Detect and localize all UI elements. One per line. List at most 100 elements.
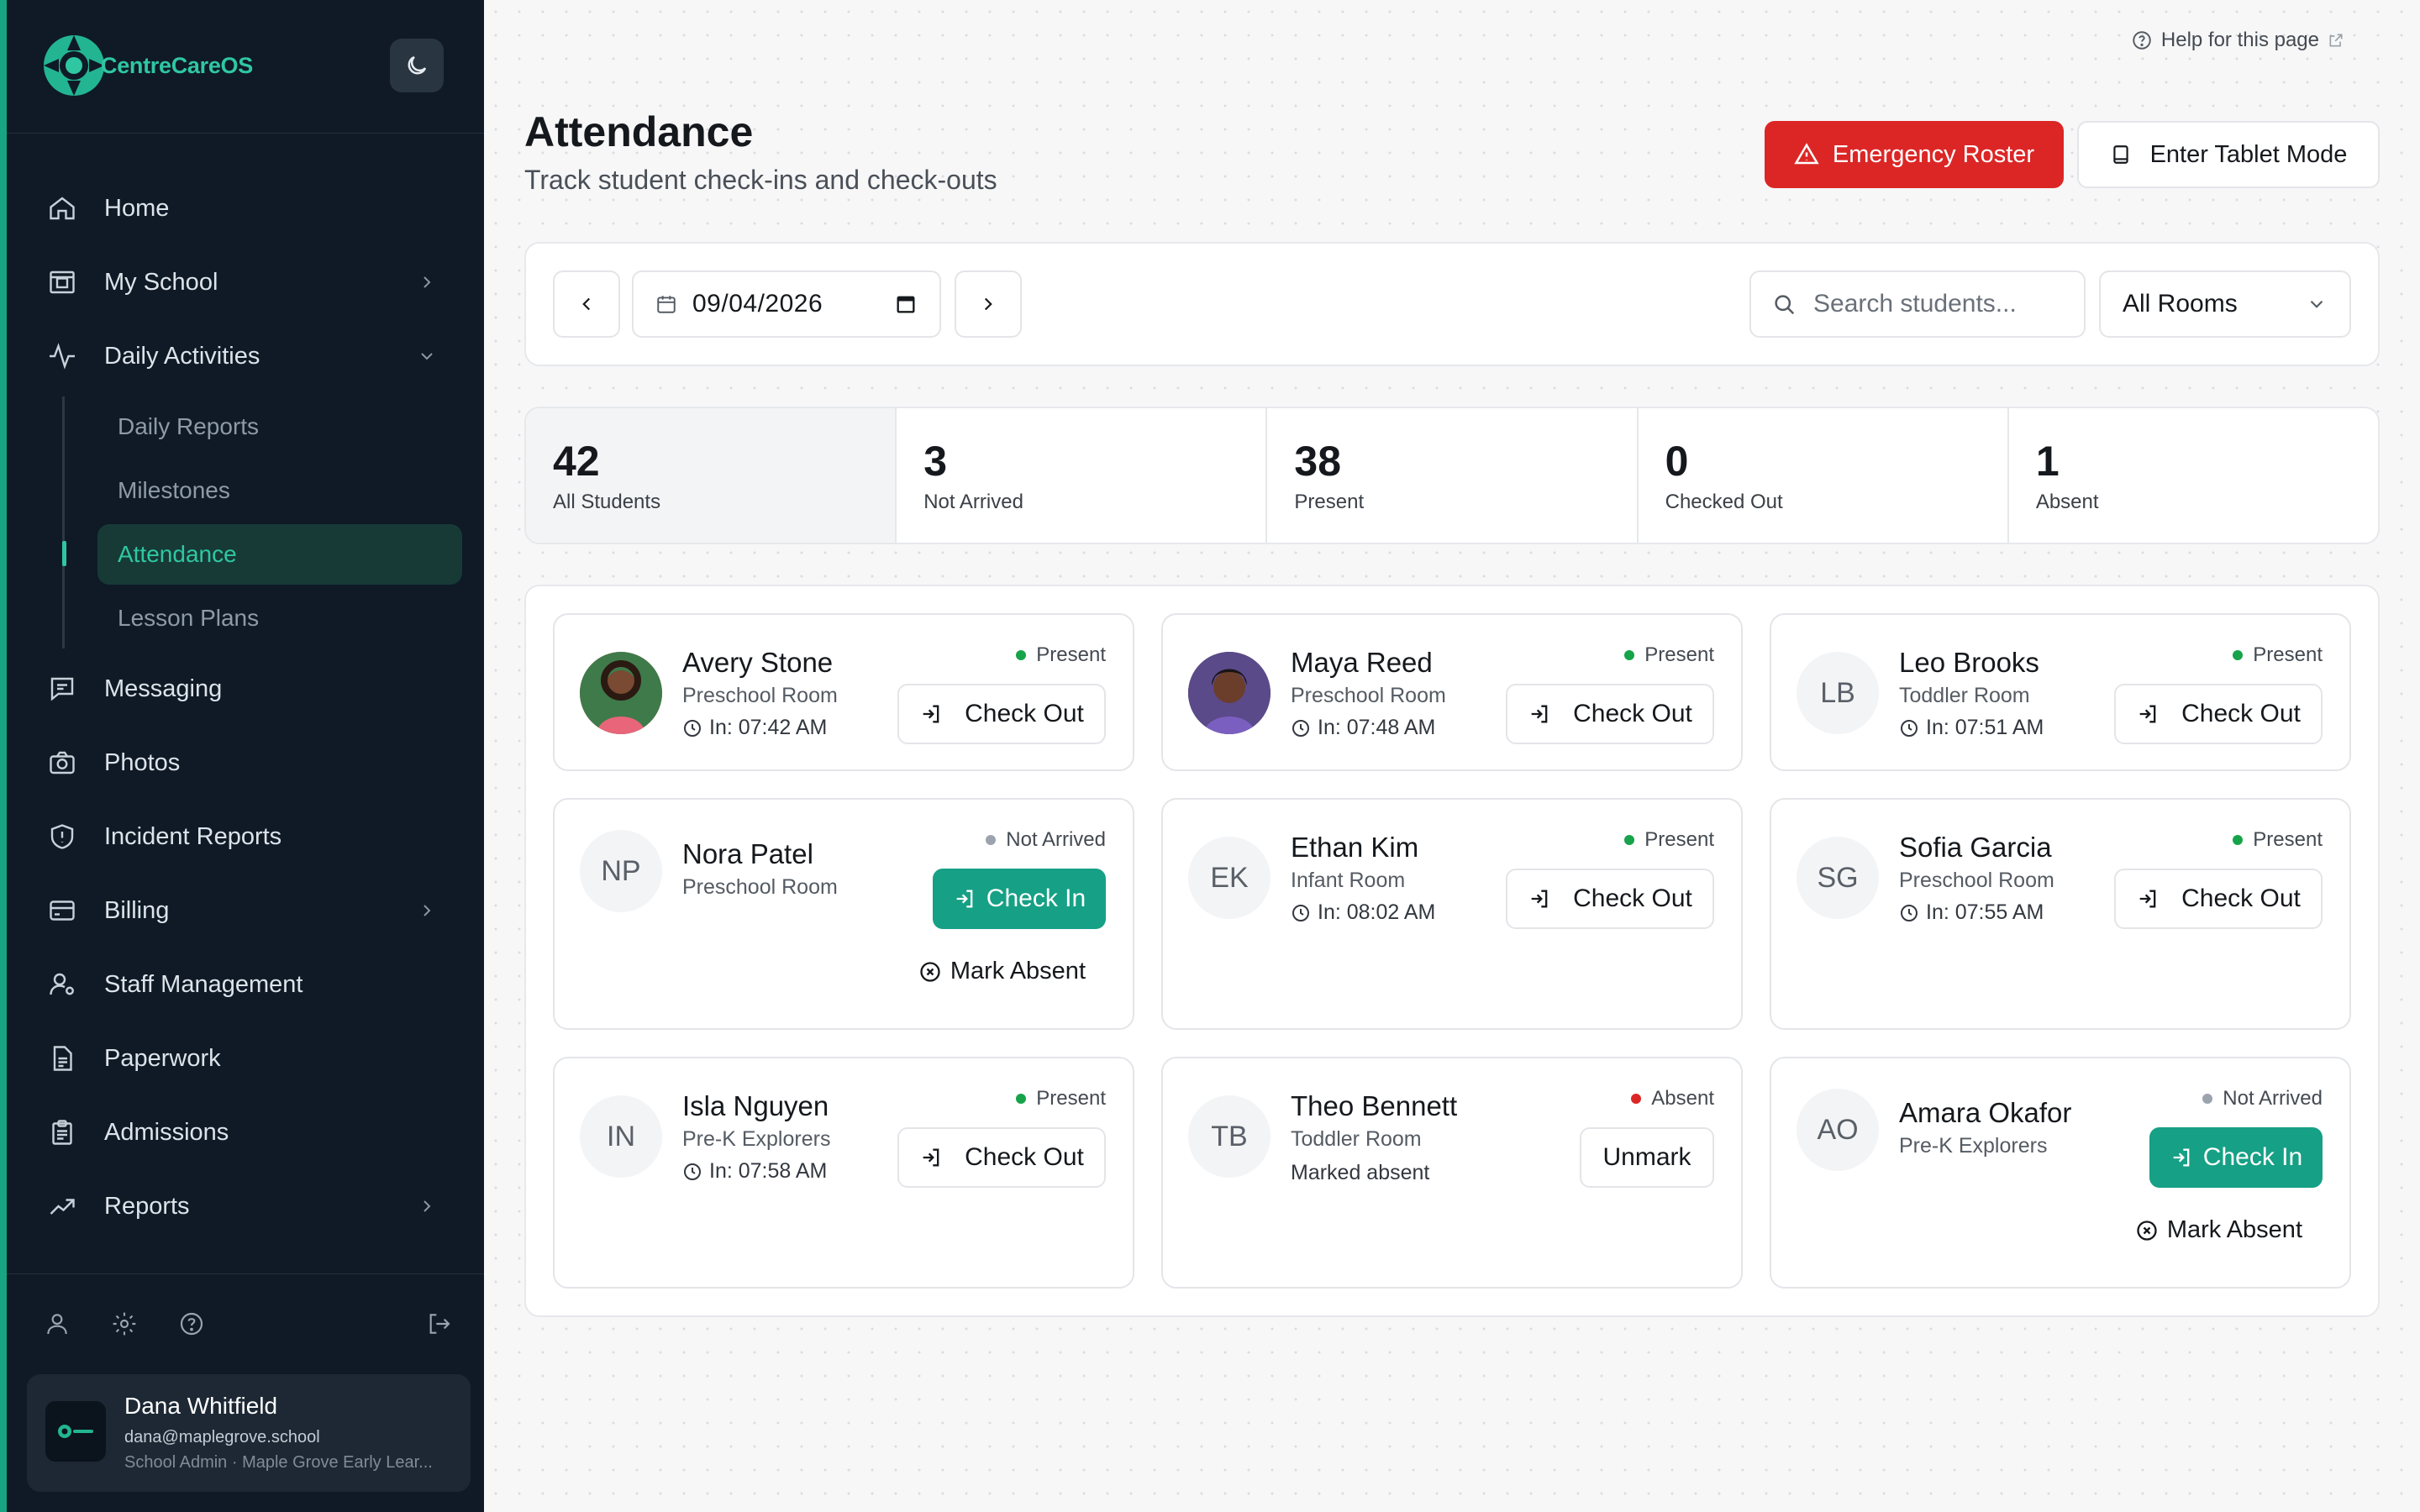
help-button[interactable]	[178, 1310, 205, 1341]
nav-my-school[interactable]: My School	[45, 259, 457, 306]
sidebar-divider	[7, 1273, 484, 1274]
nav-messaging[interactable]: Messaging	[45, 665, 457, 712]
check-in-button[interactable]: Check In	[933, 869, 1106, 929]
student-card[interactable]: IN Isla Nguyen Pre-K Explorers In: 07:58…	[553, 1057, 1134, 1289]
nav-paperwork[interactable]: Paperwork	[45, 1035, 457, 1082]
check-out-button[interactable]: Check Out	[1506, 684, 1714, 744]
student-card[interactable]: Avery Stone Preschool Room In: 07:42 AM …	[553, 613, 1134, 771]
status-dot	[1016, 1094, 1027, 1104]
camera-icon	[50, 751, 75, 774]
nav-reports[interactable]: Reports	[45, 1183, 457, 1230]
student-card[interactable]: Maya Reed Preschool Room In: 07:48 AM Pr…	[1161, 613, 1743, 771]
sub-lesson-plans[interactable]: Lesson Plans	[97, 588, 462, 648]
profile-button[interactable]	[44, 1310, 71, 1341]
stat-value: 0	[1665, 438, 1689, 485]
stat-all-students[interactable]: 42 All Students	[526, 408, 897, 543]
check-out-button[interactable]: Check Out	[2114, 869, 2323, 929]
check-out-button[interactable]: Check Out	[897, 1127, 1106, 1188]
user-card[interactable]: Dana Whitfield dana@maplegrove.school Sc…	[27, 1374, 471, 1492]
student-card[interactable]: NP Nora Patel Preschool Room Not Arrived…	[553, 798, 1134, 1030]
check-out-label: Check Out	[965, 1143, 1084, 1171]
avatar: AO	[1797, 1089, 1879, 1171]
status-badge: Absent	[1631, 1087, 1714, 1110]
check-out-button[interactable]: Check Out	[1506, 869, 1714, 929]
check-out-icon	[2139, 890, 2156, 908]
check-in-time-text: In: 07:58 AM	[709, 1159, 828, 1183]
check-out-icon	[2139, 705, 2156, 723]
nav-admissions[interactable]: Admissions	[45, 1109, 457, 1156]
activity-icon	[50, 343, 75, 370]
sub-milestones[interactable]: Milestones	[97, 460, 462, 521]
theme-toggle-button[interactable]	[390, 39, 444, 92]
room-select-value: All Rooms	[2123, 290, 2238, 318]
nav-billing[interactable]: Billing	[45, 887, 457, 934]
check-in-time: In: 08:02 AM	[1291, 900, 1435, 925]
tablet-mode-button[interactable]: Enter Tablet Mode	[2077, 121, 2380, 188]
stat-absent[interactable]: 1 Absent	[2009, 408, 2378, 543]
check-out-button[interactable]: Check Out	[2114, 684, 2323, 744]
nav-my-school-label: My School	[104, 268, 218, 296]
room-select[interactable]: All Rooms	[2099, 270, 2351, 338]
nav-staff-management[interactable]: Staff Management	[45, 961, 457, 1008]
sub-attendance[interactable]: Attendance	[97, 524, 462, 585]
stat-present[interactable]: 38 Present	[1267, 408, 1639, 543]
check-in-button[interactable]: Check In	[2149, 1127, 2323, 1188]
chevron-left-icon	[582, 297, 591, 311]
check-in-time-text: In: 07:55 AM	[1926, 900, 2044, 924]
mark-absent-button[interactable]: Mark Absent	[918, 958, 1086, 985]
date-input[interactable]: 09/04/2026	[632, 270, 941, 338]
tablet-mode-label: Enter Tablet Mode	[2149, 140, 2348, 168]
school-icon	[50, 270, 75, 294]
sub-daily-reports[interactable]: Daily Reports	[97, 396, 462, 457]
settings-button[interactable]	[111, 1310, 138, 1341]
search-input[interactable]: Search students...	[1749, 270, 2086, 338]
student-card[interactable]: EK Ethan Kim Infant Room In: 08:02 AM Pr…	[1161, 798, 1743, 1030]
previous-day-button[interactable]	[553, 270, 620, 338]
nav-incident-reports[interactable]: Incident Reports	[45, 813, 457, 860]
chevron-right-icon	[424, 905, 431, 916]
clock-icon	[1292, 904, 1309, 921]
avatar	[45, 1401, 106, 1462]
student-room: Pre-K Explorers	[1899, 1134, 2048, 1158]
student-name: Ethan Kim	[1291, 832, 1419, 863]
unmark-button[interactable]: Unmark	[1580, 1127, 1714, 1188]
stat-checked-out[interactable]: 0 Checked Out	[1639, 408, 2009, 543]
status-dot	[1631, 1094, 1642, 1104]
status-text: Present	[2253, 828, 2323, 851]
nav-photos[interactable]: Photos	[45, 739, 457, 786]
nav-daily-activities[interactable]: Daily Activities	[45, 333, 457, 380]
student-card[interactable]: SG Sofia Garcia Preschool Room In: 07:55…	[1770, 798, 2351, 1030]
sub-attendance-label: Attendance	[118, 541, 237, 567]
student-room: Preschool Room	[1291, 684, 1446, 707]
help-link[interactable]: Help for this page	[2131, 29, 2344, 52]
nav-billing-label: Billing	[104, 896, 170, 924]
calendar-picker-icon[interactable]	[894, 292, 918, 316]
emergency-roster-button[interactable]: Emergency Roster	[1765, 121, 2064, 188]
status-badge: Not Arrived	[986, 828, 1106, 852]
billing-icon	[50, 900, 75, 921]
date-toolbar: 09/04/2026 Search students... All Rooms	[524, 242, 2380, 366]
nav-home[interactable]: Home	[45, 185, 457, 232]
next-day-button[interactable]	[955, 270, 1022, 338]
check-out-button[interactable]: Check Out	[897, 684, 1106, 744]
student-name: Avery Stone	[682, 647, 834, 678]
check-in-time: In: 07:51 AM	[1899, 716, 2044, 740]
student-card[interactable]: AO Amara Okafor Pre-K Explorers Not Arri…	[1770, 1057, 2351, 1289]
stat-value: 42	[553, 438, 600, 485]
nav-daily-activities-label: Daily Activities	[104, 342, 260, 370]
logout-button[interactable]	[425, 1310, 452, 1341]
check-in-icon	[2173, 1148, 2190, 1167]
student-card[interactable]: TB Theo Bennett Toddler Room Marked abse…	[1161, 1057, 1743, 1289]
mark-absent-button[interactable]: Mark Absent	[2135, 1216, 2302, 1244]
student-card[interactable]: LB Leo Brooks Toddler Room In: 07:51 AM …	[1770, 613, 2351, 771]
nav-reports-label: Reports	[104, 1192, 190, 1220]
stat-not-arrived[interactable]: 3 Not Arrived	[897, 408, 1268, 543]
status-badge: Present	[2233, 643, 2323, 667]
student-room: Pre-K Explorers	[682, 1127, 831, 1151]
nav-home-label: Home	[104, 194, 170, 222]
active-marker	[62, 541, 66, 566]
avatar: EK	[1188, 837, 1270, 919]
home-icon	[50, 197, 75, 220]
student-name: Sofia Garcia	[1899, 832, 2052, 863]
status-dot	[986, 835, 997, 845]
